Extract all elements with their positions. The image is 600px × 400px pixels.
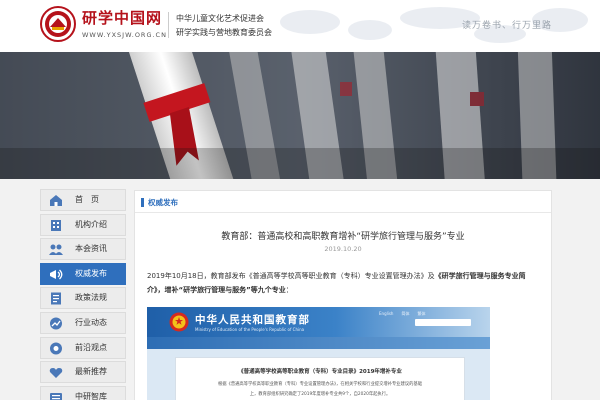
hero-banner — [0, 52, 600, 179]
sidebar-item-label: 机构介绍 — [75, 219, 107, 229]
site-title[interactable]: 研学中国网 — [82, 7, 162, 28]
announcement-icon — [50, 269, 63, 280]
sidebar-nav: 首 页 机构介绍 本会资讯 权威发布 政策法规 行业动态 前沿观点 最新推荐 中… — [40, 189, 126, 400]
sidebar-item-think-tank[interactable]: 中研智库 — [40, 385, 126, 400]
sidebar-item-latest-recommend[interactable]: 最新推荐 — [40, 361, 126, 384]
ministry-document: 《普通高等学校高等职业教育（专科）专业目录》2019年增补专业 根据《普通高等学… — [175, 357, 465, 400]
think-tank-icon — [50, 392, 62, 400]
sidebar-item-association-news[interactable]: 本会资讯 — [40, 238, 126, 261]
ministry-name-chinese: 中华人民共和国教育部 — [195, 314, 310, 326]
national-emblem-icon — [169, 312, 189, 332]
sidebar-item-label: 行业动态 — [75, 317, 107, 327]
article-panel: 权威发布 教育部：普通高校和高职教育增补“研学旅行管理与服务”专业 2019.1… — [134, 190, 552, 400]
header-slogan: 读万卷书、行万里路 — [461, 21, 552, 31]
embedded-ministry-screenshot: 中华人民共和国教育部 Ministry of Education of the … — [147, 307, 490, 400]
page: 研学中国网 WWW.YXSJW.ORG.CN 中华儿童文化艺术促进会 研学实践与… — [0, 0, 600, 400]
building-icon — [51, 219, 61, 231]
article-body: 2019年10月18日，教育部发布《普通高等学校高等职业教育（专科）专业设置管理… — [147, 269, 541, 297]
sidebar-item-label: 中研智库 — [75, 391, 107, 400]
sidebar-item-frontier-views[interactable]: 前沿观点 — [40, 336, 126, 359]
section-title: 权威发布 — [148, 198, 178, 207]
organization-name-line1: 中华儿童文化艺术促进会 — [176, 14, 264, 23]
trend-icon — [50, 317, 62, 330]
viewpoint-icon — [50, 342, 62, 355]
recommend-icon — [49, 368, 63, 379]
article-title: 教育部：普通高校和高职教育增补“研学旅行管理与服务”专业 — [221, 232, 465, 242]
sidebar-item-label: 政策法规 — [75, 293, 107, 303]
ministry-top-links: English 简体 繁体 — [379, 311, 426, 316]
ministry-document-line: 根据《普通高等学校高等职业教育（专科）专业设置管理办法》，在相关学校和行业提交增… — [217, 382, 423, 387]
article-body-text: 2019年10月18日，教育部发布《普通高等学校高等职业教育（专科）专业设置管理… — [147, 272, 435, 280]
document-icon — [51, 292, 61, 305]
sidebar-item-home[interactable]: 首 页 — [40, 189, 126, 211]
sidebar-item-industry-news[interactable]: 行业动态 — [40, 311, 126, 334]
sidebar-item-label: 本会资讯 — [75, 244, 107, 254]
site-header: 研学中国网 WWW.YXSJW.ORG.CN 中华儿童文化艺术促进会 研学实践与… — [0, 0, 600, 52]
ministry-header: 中华人民共和国教育部 Ministry of Education of the … — [147, 307, 490, 337]
graduation-scroll-image — [0, 52, 600, 179]
site-url: WWW.YXSJW.ORG.CN — [82, 31, 167, 39]
ministry-document-line: 上，教育部组织研究确定了2019年度增补专业共9个，自2020年起执行。 — [249, 392, 391, 397]
sidebar-item-authoritative-release[interactable]: 权威发布 — [40, 262, 126, 285]
ministry-nav-strip — [147, 337, 490, 349]
ministry-search-box — [415, 319, 471, 326]
section-accent-bar — [141, 198, 144, 207]
news-icon — [49, 244, 63, 256]
sidebar-item-organization[interactable]: 机构介绍 — [40, 213, 126, 236]
article-date: 2019.10.20 — [324, 245, 362, 253]
header-divider — [168, 12, 169, 38]
sidebar-item-label: 最新推荐 — [75, 367, 107, 377]
site-logo-emblem — [40, 6, 76, 42]
article-body-suffix: ： — [285, 286, 293, 294]
sidebar-item-policies[interactable]: 政策法规 — [40, 287, 126, 310]
home-icon — [50, 195, 62, 206]
sidebar-item-label: 首 页 — [75, 195, 99, 204]
sidebar-item-label: 前沿观点 — [75, 342, 107, 352]
ministry-name-english: Ministry of Education of the People's Re… — [195, 327, 305, 332]
sidebar-item-label: 权威发布 — [75, 268, 107, 278]
ministry-document-title: 《普通高等学校高等职业教育（专科）专业目录》2019年增补专业 — [238, 369, 402, 375]
section-header: 权威发布 — [135, 191, 551, 213]
organization-name-line2: 研学实践与营地教育委员会 — [176, 28, 272, 37]
